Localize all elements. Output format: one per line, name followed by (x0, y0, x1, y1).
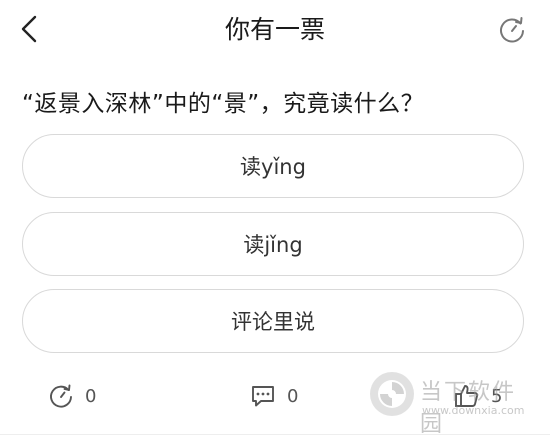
watermark-logo (370, 372, 414, 416)
comment-count: 0 (287, 385, 299, 407)
watermark: 当下软件园 www.downxia.com (366, 368, 536, 437)
comment-stat-button[interactable]: 0 (249, 380, 298, 412)
option-button-3[interactable]: 评论里说 (22, 289, 524, 353)
page-title: 你有一票 (224, 15, 325, 44)
question-text: “返景入深林”中的“景”，究竟读什么？ (22, 91, 425, 117)
refresh-stat-button[interactable]: 0 (47, 380, 96, 412)
comment-icon (252, 386, 274, 407)
refresh-icon (50, 384, 72, 408)
option-button-1[interactable]: 读yǐng (22, 134, 524, 198)
refresh-icon (500, 17, 524, 43)
watermark-url: www.downxia.com (422, 404, 525, 417)
option-label: 读jǐng (243, 233, 303, 257)
refresh-count: 0 (85, 385, 97, 407)
option-label: 评论里说 (231, 310, 315, 334)
option-button-2[interactable]: 读jǐng (22, 212, 524, 276)
top-bar: 你有一票 (0, 0, 550, 62)
option-label: 读yǐng (240, 155, 306, 179)
divider (0, 434, 550, 435)
refresh-button[interactable] (496, 14, 528, 46)
